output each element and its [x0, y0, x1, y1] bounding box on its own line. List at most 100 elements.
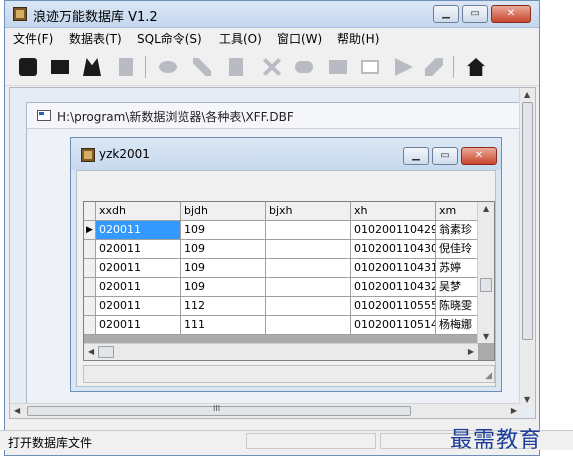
cell-xh[interactable]: 010200110514 [351, 316, 436, 335]
document-icon[interactable] [119, 58, 133, 76]
column-header-bjxh[interactable]: bjxh [266, 202, 351, 221]
cell-bjxh[interactable] [266, 221, 351, 240]
app-icon [13, 7, 27, 21]
cell-xh[interactable]: 010200110430 [351, 240, 436, 259]
cell-xh[interactable]: 010200110429 [351, 221, 436, 240]
column-header-xh[interactable]: xh [351, 202, 436, 221]
scroll-grip: III [213, 404, 221, 413]
data-grid[interactable]: xxdh bjdh bjxh xh xm ▶ 020011 109 010200… [83, 201, 495, 361]
close-button[interactable]: ✕ [491, 5, 531, 23]
table-row[interactable]: 020011 109 010200110431 苏婷 [84, 259, 494, 278]
mdi-horizontal-scrollbar[interactable]: ◀ III ▶ [10, 403, 521, 418]
menu-help[interactable]: 帮助(H) [337, 30, 379, 47]
cell-xh[interactable]: 010200110432 [351, 278, 436, 297]
grid-scroll-right-icon[interactable]: ▶ [468, 347, 474, 356]
cell-bjxh[interactable] [266, 240, 351, 259]
column-header-xm[interactable]: xm [436, 202, 478, 221]
grid-vertical-scrollbar[interactable]: ▲ ▼ [477, 202, 494, 343]
menu-sql[interactable]: SQL命令(S) [137, 30, 202, 47]
window-title: 浪迹万能数据库 V1.2 [33, 10, 158, 25]
cell-xm[interactable]: 倪佳玲 [436, 240, 478, 259]
mdi-vertical-thumb[interactable] [522, 102, 533, 340]
scroll-right-icon[interactable]: ▶ [511, 406, 517, 415]
cell-bjdh[interactable]: 111 [181, 316, 266, 335]
table-row[interactable]: 020011 109 010200110430 倪佳玲 [84, 240, 494, 259]
cell-bjxh[interactable] [266, 316, 351, 335]
folder-icon[interactable] [329, 60, 347, 74]
row-header [84, 278, 96, 297]
cell-xh[interactable]: 010200110431 [351, 259, 436, 278]
grid-scroll-down-icon[interactable]: ▼ [483, 332, 489, 341]
cell-xxdh[interactable]: 020011 [96, 297, 181, 316]
cell-bjdh[interactable]: 109 [181, 221, 266, 240]
menu-tools[interactable]: 工具(O) [219, 30, 262, 47]
users-icon[interactable] [83, 58, 101, 76]
dbf-window-title: H:\program\新数据浏览器\各种表\XFF.DBF [57, 110, 294, 124]
row-header [84, 259, 96, 278]
cell-bjxh[interactable] [266, 259, 351, 278]
table-minimize-button[interactable]: ▁ [403, 147, 429, 165]
minimize-button[interactable]: ▁ [433, 5, 459, 23]
cell-xm[interactable]: 吴梦 [436, 278, 478, 297]
cell-xm[interactable]: 杨梅娜 [436, 316, 478, 335]
grid-horizontal-scrollbar[interactable]: ◀ ▶ [84, 343, 478, 360]
status-text: 打开数据库文件 [8, 436, 93, 450]
cell-xm[interactable]: 陈晓雯 [436, 297, 478, 316]
maximize-button[interactable]: ▭ [462, 5, 488, 23]
table-row[interactable]: 020011 109 010200110432 吴梦 [84, 278, 494, 297]
table-row[interactable]: 020011 111 010200110514 杨梅娜 [84, 316, 494, 335]
cell-xm[interactable]: 苏婷 [436, 259, 478, 278]
cell-xh[interactable]: 010200110555 [351, 297, 436, 316]
mdi-horizontal-thumb[interactable]: III [27, 404, 411, 416]
column-header-xxdh[interactable]: xxdh [96, 202, 181, 221]
menu-table[interactable]: 数据表(T) [69, 30, 122, 47]
cell-bjdh[interactable]: 109 [181, 278, 266, 297]
table-window[interactable]: yzk2001 ▁ ▭ ✕ xxdh bjdh bjxh xh xm ▶ 020… [70, 137, 502, 392]
play-icon[interactable] [395, 58, 413, 76]
table-close-button[interactable]: ✕ [461, 147, 497, 165]
chain-icon[interactable] [295, 61, 313, 73]
table-row[interactable]: ▶ 020011 109 010200110429 翁素珍 [84, 221, 494, 240]
grid-scroll-left-icon[interactable]: ◀ [88, 347, 94, 356]
cell-bjdh[interactable]: 109 [181, 240, 266, 259]
table-maximize-button[interactable]: ▭ [432, 147, 458, 165]
scroll-down-icon[interactable]: ▼ [524, 395, 530, 404]
table-row[interactable]: 020011 112 010200110555 陈晓雯 [84, 297, 494, 316]
grid-scroll-up-icon[interactable]: ▲ [483, 204, 489, 213]
cell-bjdh[interactable]: 109 [181, 259, 266, 278]
cell-xxdh[interactable]: 020011 [96, 221, 181, 240]
pencil-icon[interactable] [193, 58, 211, 76]
cell-xxdh[interactable]: 020011 [96, 259, 181, 278]
grid-vertical-thumb[interactable] [480, 278, 492, 292]
delete-icon[interactable] [263, 58, 281, 76]
scroll-up-icon[interactable]: ▲ [524, 90, 530, 99]
title-bar[interactable]: 浪迹万能数据库 V1.2 ▁ ▭ ✕ [5, 1, 539, 28]
resize-grip-icon[interactable]: ◢ [485, 371, 492, 381]
page-icon[interactable] [229, 58, 243, 76]
cell-xxdh[interactable]: 020011 [96, 316, 181, 335]
scroll-left-icon[interactable]: ◀ [14, 406, 20, 415]
cell-xxdh[interactable]: 020011 [96, 278, 181, 297]
home-icon[interactable] [467, 58, 485, 76]
table-window-titlebar[interactable]: yzk2001 ▁ ▭ ✕ [71, 138, 501, 170]
menu-window[interactable]: 窗口(W) [277, 30, 322, 47]
toolbar-separator [453, 56, 454, 78]
cell-xm[interactable]: 翁素珍 [436, 221, 478, 240]
wrench-icon[interactable] [425, 58, 443, 76]
dbf-window-titlebar[interactable]: H:\program\新数据浏览器\各种表\XFF.DBF [27, 103, 519, 129]
mdi-vertical-scrollbar[interactable]: ▲ ▼ [519, 88, 535, 406]
column-header-bjdh[interactable]: bjdh [181, 202, 266, 221]
table-window-icon [81, 148, 95, 162]
menu-file[interactable]: 文件(F) [13, 30, 53, 47]
window-icon [37, 110, 51, 121]
cell-bjdh[interactable]: 112 [181, 297, 266, 316]
cell-xxdh[interactable]: 020011 [96, 240, 181, 259]
table-window-body: xxdh bjdh bjxh xh xm ▶ 020011 109 010200… [76, 170, 496, 387]
cell-bjxh[interactable] [266, 278, 351, 297]
cell-bjxh[interactable] [266, 297, 351, 316]
link-icon[interactable] [159, 61, 177, 73]
table-icon[interactable] [51, 60, 69, 74]
window-icon[interactable] [361, 60, 379, 74]
grid-horizontal-thumb[interactable] [98, 346, 114, 358]
database-icon[interactable] [19, 58, 37, 76]
